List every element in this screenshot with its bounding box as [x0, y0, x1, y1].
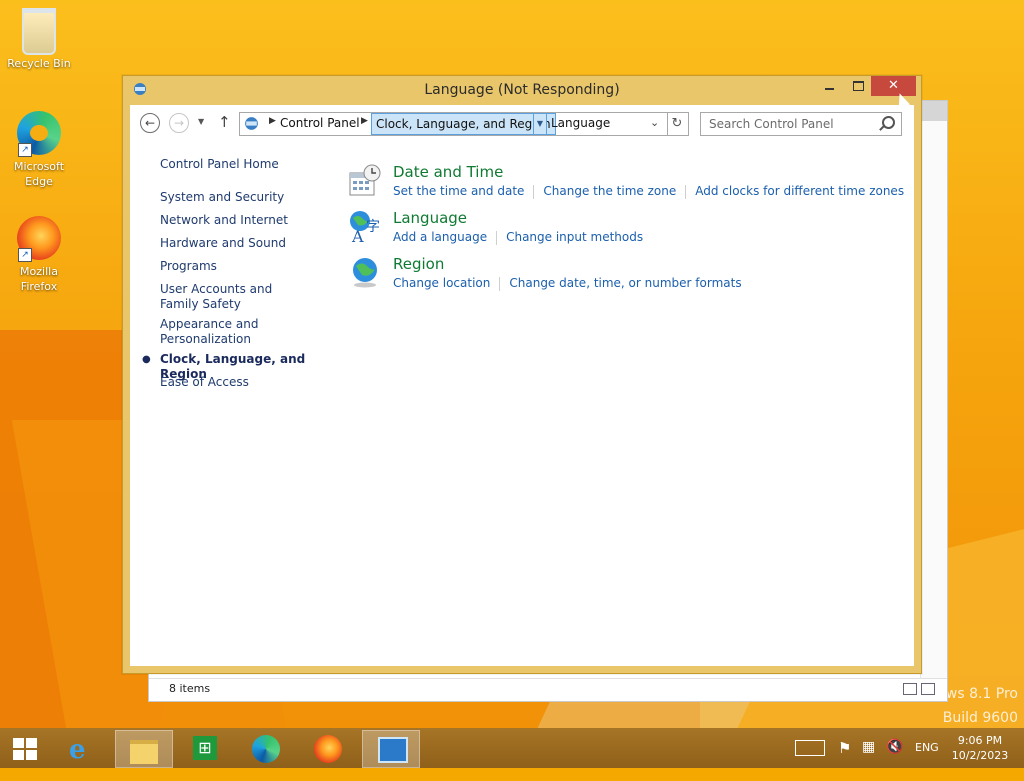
left-nav-appearance[interactable]: Appearance and Personalization: [160, 317, 270, 347]
touch-keyboard-icon[interactable]: [795, 740, 825, 756]
back-window-pane: [920, 121, 947, 681]
action-center-flag-icon[interactable]: ⚑: [838, 739, 851, 779]
left-nav-network-internet[interactable]: Network and Internet: [160, 213, 320, 228]
desktop-icon-label: Mozilla Firefox: [20, 265, 58, 293]
breadcrumb-control-panel[interactable]: Control Panel: [280, 116, 360, 130]
status-item-count: 8 items: [169, 682, 211, 695]
region-globe-icon[interactable]: [348, 255, 382, 289]
link-divider: [496, 230, 498, 245]
refresh-button[interactable]: ↻: [666, 112, 689, 136]
taskbar-control-panel[interactable]: [362, 730, 420, 768]
view-toggle-group: [899, 683, 935, 698]
file-explorer-icon: [130, 740, 158, 764]
window-title: Language (Not Responding): [424, 82, 620, 98]
desktop-icon-label: Recycle Bin: [7, 57, 71, 70]
change-location-link[interactable]: Change location: [393, 276, 490, 290]
change-time-zone-link[interactable]: Change the time zone: [543, 184, 676, 198]
change-formats-link[interactable]: Change date, time, or number formats: [509, 276, 741, 290]
set-time-date-link[interactable]: Set the time and date: [393, 184, 524, 198]
status-bar: 8 items: [149, 678, 947, 701]
desktop-icon-recycle-bin[interactable]: Recycle Bin: [1, 8, 77, 71]
windows-logo-icon: [13, 738, 37, 760]
start-button[interactable]: [0, 730, 48, 766]
desktop-icon-edge[interactable]: ↗ Microsoft Edge: [1, 111, 77, 189]
breadcrumb-dropdown-icon[interactable]: ▼: [533, 113, 547, 135]
desktop-icon-label: Microsoft Edge: [13, 160, 65, 188]
date-and-time-title[interactable]: Date and Time: [393, 163, 503, 181]
system-clock[interactable]: 9:06 PM 10/2/2023: [948, 733, 1012, 763]
minimize-button[interactable]: [821, 76, 839, 96]
firefox-icon: [314, 735, 342, 763]
forward-button[interactable]: →: [169, 113, 189, 133]
windows-watermark-build: Build 9600: [942, 710, 1018, 726]
window-client-area: ← → ▼ ↑ ▶ Control Panel ▶ Clock, Languag…: [130, 105, 914, 666]
control-panel-icon: [378, 737, 408, 763]
taskbar: e ⊞ ⚑ ▦ 🔇 ENG 9:06 PM 10/2/2023: [0, 728, 1024, 768]
shortcut-arrow-icon: ↗: [18, 248, 32, 262]
search-input[interactable]: [707, 115, 871, 133]
recycle-bin-icon: [16, 8, 62, 55]
firefox-icon: ↗: [16, 216, 62, 262]
edge-icon: [252, 735, 280, 763]
shortcut-arrow-icon: ↗: [18, 143, 32, 157]
address-history-chevron-icon[interactable]: ⌄: [650, 116, 659, 129]
volume-muted-icon[interactable]: 🔇: [886, 739, 903, 779]
link-divider: [499, 276, 501, 291]
left-nav-ease-of-access[interactable]: Ease of Access: [160, 375, 320, 390]
store-icon: ⊞: [193, 736, 217, 760]
details-view-icon[interactable]: [903, 683, 917, 695]
left-nav-programs[interactable]: Programs: [160, 259, 320, 274]
date-and-time-links: Set the time and date Change the time zon…: [393, 184, 904, 199]
taskbar-file-explorer[interactable]: [115, 730, 173, 768]
breadcrumb-separator-icon[interactable]: ▶: [361, 116, 368, 126]
back-button[interactable]: ←: [140, 113, 160, 133]
windows-watermark-edition: ws 8.1 Pro: [945, 686, 1018, 702]
input-language-indicator[interactable]: ENG: [915, 741, 939, 781]
left-nav-hardware-sound[interactable]: Hardware and Sound: [160, 236, 320, 251]
network-icon[interactable]: ▦: [862, 739, 875, 779]
calendar-clock-icon[interactable]: [348, 163, 382, 197]
breadcrumb-clock-language-region[interactable]: Clock, Language, and Region: [371, 113, 556, 135]
breadcrumb-language[interactable]: Language: [551, 116, 610, 130]
recent-locations-chevron-icon[interactable]: ▼: [198, 117, 204, 126]
window-titlebar[interactable]: Language (Not Responding) ✕: [123, 76, 921, 104]
language-globe-icon[interactable]: A 字: [348, 209, 382, 243]
maximize-button[interactable]: [847, 76, 869, 96]
breadcrumb-separator-icon[interactable]: ▶: [269, 116, 276, 126]
taskbar-store[interactable]: ⊞: [176, 730, 232, 766]
svg-text:字: 字: [366, 219, 380, 235]
language-links: Add a language Change input methods: [393, 230, 643, 245]
left-nav-system-security[interactable]: System and Security: [160, 190, 320, 205]
edge-icon: ↗: [16, 111, 62, 157]
language-title[interactable]: Language: [393, 209, 467, 227]
region-title[interactable]: Region: [393, 255, 444, 273]
taskbar-edge[interactable]: [238, 730, 294, 766]
navigation-bar: ← → ▼ ↑ ▶ Control Panel ▶ Clock, Languag…: [130, 105, 914, 143]
desktop-icon-firefox[interactable]: ↗ Mozilla Firefox: [1, 216, 77, 294]
clock-date: 10/2/2023: [951, 749, 1009, 762]
control-panel-home-link[interactable]: Control Panel Home: [160, 157, 279, 171]
control-panel-icon: [245, 117, 258, 130]
search-icon[interactable]: [882, 116, 895, 129]
add-language-link[interactable]: Add a language: [393, 230, 487, 244]
large-icons-view-icon[interactable]: [921, 683, 935, 695]
address-bar[interactable]: ▶ Control Panel ▶ Clock, Language, and R…: [239, 112, 668, 136]
region-links: Change location Change date, time, or num…: [393, 276, 742, 291]
svg-text:A: A: [351, 227, 364, 243]
search-box[interactable]: [700, 112, 902, 136]
left-nav-user-accounts[interactable]: User Accounts and Family Safety: [160, 282, 310, 312]
up-button[interactable]: ↑: [218, 113, 231, 131]
link-divider: [533, 184, 535, 199]
clock-time: 9:06 PM: [957, 734, 1003, 747]
change-input-methods-link[interactable]: Change input methods: [506, 230, 643, 244]
close-button[interactable]: ✕: [871, 76, 916, 96]
taskbar-firefox[interactable]: [300, 730, 356, 766]
control-panel-window[interactable]: Language (Not Responding) ✕ ← → ▼ ↑ ▶ Co…: [122, 75, 922, 674]
internet-explorer-icon: e: [69, 735, 86, 765]
active-item-bullet-icon: ●: [142, 354, 151, 365]
taskbar-internet-explorer[interactable]: e: [54, 730, 110, 766]
link-divider: [685, 184, 687, 199]
add-clocks-link[interactable]: Add clocks for different time zones: [695, 184, 904, 198]
